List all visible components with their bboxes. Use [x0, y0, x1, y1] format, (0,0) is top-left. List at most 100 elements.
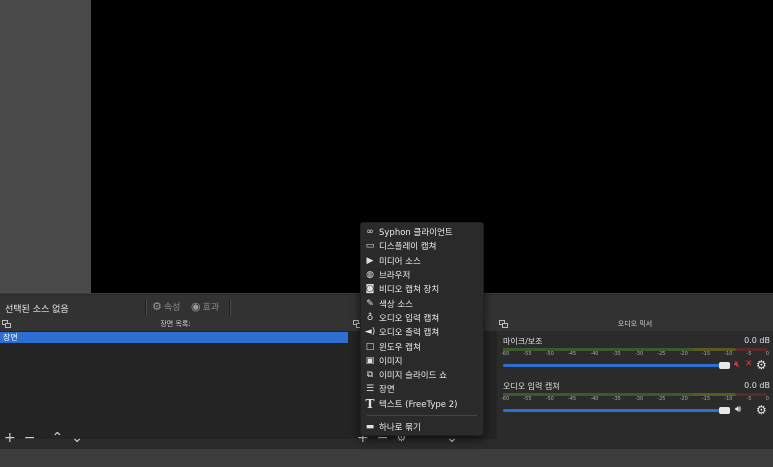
- scale-tick: -55: [523, 396, 532, 402]
- scale-tick: 0: [765, 351, 769, 357]
- menu-item[interactable]: ▣ 이미지: [361, 354, 483, 368]
- menu-item-label: 비디오 캡쳐 장치: [379, 285, 440, 296]
- menu-item[interactable]: ∞ Syphon 클라이언트: [361, 225, 483, 239]
- gear-icon: ⚙: [152, 300, 162, 313]
- scale-tick: -20: [679, 396, 688, 402]
- meter-scale: -60 -55 -50 -45 -40 -35 -30 -25 -20 -15 -10 -5 0: [501, 396, 769, 402]
- volume-slider[interactable]: [503, 409, 723, 412]
- menu-separator: [367, 414, 477, 416]
- menu-item-label: 장면: [379, 385, 395, 396]
- no-source-label: 선택된 소스 없음: [5, 305, 69, 315]
- channel-name: 오디오 입력 캡쳐: [503, 382, 560, 391]
- add-source-menu: ∞ Syphon 클라이언트 ▭ 디스플레이 캡쳐 ▶ 미디어 소스 ◍ 브라우저 ◙ 비디오 캡…: [360, 222, 484, 436]
- brush-icon: ✎: [366, 298, 374, 309]
- volume-slider[interactable]: [503, 364, 723, 367]
- menu-item[interactable]: ♁ 오디오 입력 캡쳐: [361, 311, 483, 325]
- menu-item-label: 텍스트 (FreeType 2): [379, 399, 458, 410]
- obs-main-window: 선택된 소스 없음 ⚙ 속성 ◉ 효과 장면 목록: 장면 + − ⌃ ⌄ + …: [0, 0, 773, 467]
- toolbar-separator: [229, 299, 231, 315]
- scale-tick: -40: [590, 351, 599, 357]
- scale-tick: -20: [679, 351, 688, 357]
- scale-tick: -50: [545, 396, 554, 402]
- text-icon: T: [365, 396, 375, 411]
- menu-item[interactable]: T 텍스트 (FreeType 2): [361, 397, 483, 411]
- scenes-toolbar: + − ⌃ ⌄: [0, 428, 351, 448]
- menu-item[interactable]: ◄) 오디오 출력 캡쳐: [361, 325, 483, 339]
- menu-item-label: 색상 소스: [379, 299, 413, 310]
- menu-item-label: 하나로 묶기: [379, 423, 421, 433]
- image-icon: ▣: [365, 355, 375, 366]
- scale-tick: -60: [501, 351, 510, 357]
- menu-item-label: 디스플레이 캡쳐: [379, 242, 437, 253]
- monitor-icon: ▭: [365, 241, 375, 252]
- scale-tick: -40: [590, 396, 599, 402]
- scale-tick: -35: [612, 396, 621, 402]
- scale-tick: -5: [746, 351, 752, 357]
- scale-tick: -10: [724, 351, 733, 357]
- scale-tick: -15: [701, 351, 711, 357]
- volume-slider-handle[interactable]: [719, 407, 730, 414]
- menu-item-label: 오디오 출력 캡쳐: [379, 328, 440, 339]
- group-menu-item[interactable]: ▬ 하나로 묶기: [361, 420, 483, 434]
- scene-list[interactable]: 장면: [0, 331, 351, 439]
- menu-item[interactable]: ◍ 브라우저: [361, 268, 483, 282]
- menu-item-label: 미디어 소스: [379, 256, 421, 267]
- audio-mixer-title-bar: 오디오 믹서: [497, 318, 773, 331]
- speaker-icon: ◄): [364, 327, 376, 338]
- filter-icon: ◉: [191, 300, 201, 313]
- volume-slider-handle[interactable]: [719, 362, 730, 369]
- gear-icon[interactable]: ⚙: [756, 403, 767, 417]
- filters-button[interactable]: ◉ 효과: [191, 300, 219, 313]
- scale-tick: -30: [634, 396, 644, 402]
- channel-name: 마이크/보조: [503, 337, 543, 346]
- status-bar: [0, 448, 773, 467]
- toolbar-separator: [145, 299, 147, 315]
- menu-item-label: 이미지: [379, 356, 403, 367]
- menu-item[interactable]: □ 윈도우 캡쳐: [361, 339, 483, 353]
- scale-tick: -45: [567, 396, 577, 402]
- properties-label: 속성: [163, 303, 181, 313]
- scale-tick: -25: [657, 351, 666, 357]
- scale-tick: -60: [501, 396, 510, 402]
- menu-item-label: Syphon 클라이언트: [379, 228, 453, 239]
- remove-scene-icon[interactable]: −: [24, 431, 36, 445]
- microphone-icon: ♁: [366, 312, 374, 323]
- menu-item[interactable]: ◙ 비디오 캡쳐 장치: [361, 282, 483, 296]
- scene-item[interactable]: 장면: [0, 332, 348, 343]
- scale-tick: -45: [567, 351, 577, 357]
- menu-item[interactable]: ▶ 미디어 소스: [361, 254, 483, 268]
- undock-icon[interactable]: [2, 320, 11, 328]
- menu-item-label: 윈도우 캡쳐: [379, 342, 421, 353]
- scale-tick: -10: [724, 396, 733, 402]
- menu-item[interactable]: ✎ 색상 소스: [361, 296, 483, 310]
- scale-tick: 0: [765, 396, 769, 402]
- list-icon: ☰: [365, 384, 375, 395]
- menu-item[interactable]: ☰ 장면: [361, 382, 483, 396]
- meter-scale: -60 -55 -50 -45 -40 -35 -30 -25 -20 -15 -10 -5 0: [501, 351, 769, 357]
- menu-item[interactable]: ▭ 디스플레이 캡쳐: [361, 239, 483, 253]
- muted-speaker-icon[interactable]: 🔇︎: [734, 359, 740, 370]
- channel-volume-db: 0.0 dB: [744, 336, 770, 345]
- scenes-dock: 장면 목록: 장면 + − ⌃ ⌄: [0, 318, 351, 448]
- menu-item-label: 브라우저: [379, 271, 411, 282]
- audio-mixer-title: 오디오 믹서: [617, 320, 653, 328]
- speaker-icon[interactable]: 🔊︎: [735, 404, 741, 415]
- scale-tick: -25: [657, 396, 666, 402]
- move-up-icon[interactable]: ⌃: [51, 431, 63, 445]
- channel-volume-db: 0.0 dB: [744, 381, 770, 390]
- menu-item-label: 오디오 입력 캡쳐: [379, 313, 440, 324]
- glasses-icon: ∞: [366, 227, 374, 238]
- properties-button[interactable]: ⚙ 속성: [152, 300, 180, 313]
- scenes-dock-title: 장면 목록:: [0, 318, 351, 331]
- add-scene-icon[interactable]: +: [4, 431, 16, 445]
- play-icon: ▶: [366, 255, 374, 266]
- menu-item[interactable]: ⧉ 이미지 슬라이드 쇼: [361, 368, 483, 382]
- filters-label: 효과: [202, 303, 220, 313]
- scale-tick: -15: [701, 396, 711, 402]
- undock-icon[interactable]: [499, 320, 508, 328]
- gear-icon[interactable]: ⚙: [756, 358, 767, 372]
- slideshow-icon: ⧉: [366, 370, 374, 381]
- scale-tick: -5: [746, 396, 752, 402]
- move-down-icon[interactable]: ⌄: [71, 431, 83, 445]
- scale-tick: -30: [634, 351, 644, 357]
